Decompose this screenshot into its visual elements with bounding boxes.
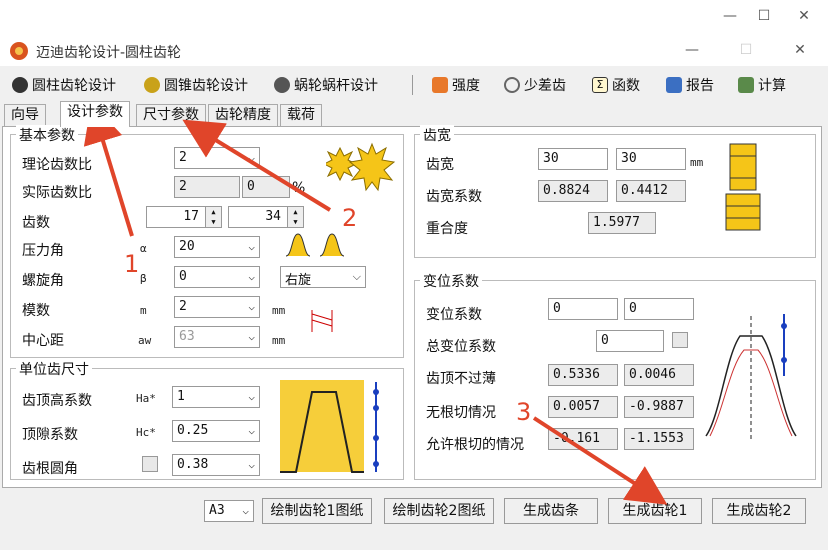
annotation-1: 1 <box>124 250 140 278</box>
arrow-1 <box>83 102 134 237</box>
annotation-2: 2 <box>342 204 358 232</box>
annotation-3: 3 <box>516 398 532 426</box>
arrow-2 <box>182 119 332 212</box>
arrow-3 <box>532 416 668 505</box>
tab-design-params[interactable]: 设计参数 <box>60 101 130 127</box>
